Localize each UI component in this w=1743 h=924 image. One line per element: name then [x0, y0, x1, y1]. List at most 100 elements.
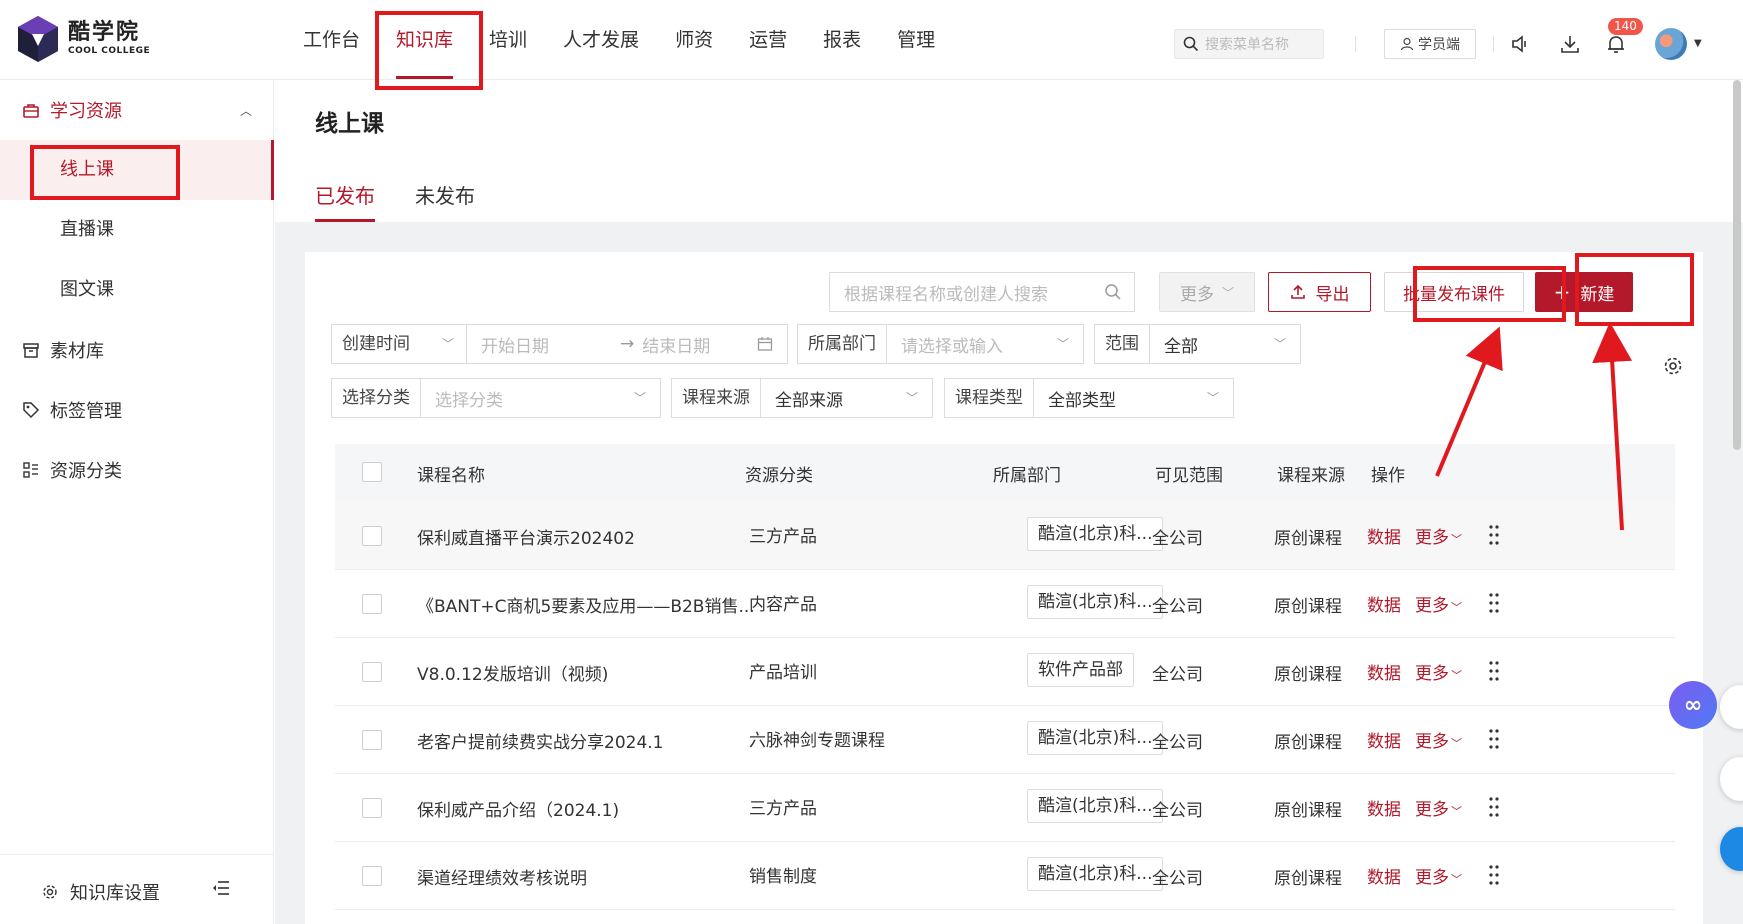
logo-title: 酷学院 [68, 20, 141, 45]
course-name[interactable]: 保利威直播平台演示202402 [417, 524, 635, 549]
department-filter[interactable]: 所属部门 请选择或输入 ﹀ [797, 324, 1084, 364]
column-header-department[interactable]: 所属部门 [993, 461, 1061, 486]
nav-workbench[interactable]: 工作台 [285, 0, 378, 80]
row-checkbox[interactable] [362, 866, 382, 886]
drag-handle-icon[interactable] [1489, 796, 1499, 818]
type-filter-label: 课程类型 [945, 379, 1034, 417]
column-header-source[interactable]: 课程来源 [1277, 461, 1345, 486]
course-name[interactable]: V8.0.12发版培训（视频) [417, 660, 608, 685]
table-row[interactable]: 保利威直播平台演示202402 三方产品 酷渲(北京)科... 全公司 原创课程… [335, 502, 1675, 570]
row-checkbox[interactable] [362, 594, 382, 614]
knowledge-base-settings-button[interactable]: 知识库设置 [42, 879, 160, 905]
row-checkbox[interactable] [362, 526, 382, 546]
row-actions: 数据 更多 ﹀ [1367, 502, 1499, 569]
bell-icon[interactable] [1605, 33, 1627, 55]
sidebar-group-learning-resources[interactable]: 学习资源 ︿ [0, 80, 274, 140]
nav-talent[interactable]: 人才发展 [545, 0, 657, 80]
course-name[interactable]: 保利威产品介绍（2024.1) [417, 796, 619, 821]
select-all-checkbox[interactable] [362, 462, 382, 482]
more-actions-label: 更多 [1415, 596, 1449, 616]
drag-handle-icon[interactable] [1489, 524, 1499, 546]
course-source: 原创课程 [1274, 665, 1342, 685]
table-row[interactable]: 保利威产品介绍（2024.1) 三方产品 酷渲(北京)科... 全公司 原创课程… [335, 774, 1675, 842]
more-actions-link[interactable]: 更多 ﹀ [1415, 591, 1462, 616]
date-type-select[interactable]: 创建时间 ﹀ [332, 325, 467, 363]
data-link[interactable]: 数据 [1367, 591, 1401, 616]
course-name[interactable]: 《BANT+C商机5要素及应用——B2B销售... [417, 592, 755, 617]
drag-handle-icon[interactable] [1489, 728, 1499, 750]
nav-admin[interactable]: 管理 [879, 0, 953, 80]
tab-unpublished[interactable]: 未发布 [415, 180, 475, 222]
more-actions-label: 更多 [1415, 800, 1449, 820]
start-date-input[interactable]: 开始日期 [467, 332, 612, 357]
chevron-up-icon[interactable]: ︿ [240, 102, 252, 119]
sidebar-item-resource-category[interactable]: 资源分类 [0, 440, 274, 500]
scope-filter[interactable]: 范围 全部 ﹀ [1094, 324, 1301, 364]
column-header-name[interactable]: 课程名称 [417, 461, 485, 486]
tab-published[interactable]: 已发布 [315, 180, 375, 222]
drag-handle-icon[interactable] [1489, 864, 1499, 886]
more-actions-label: 更多 [1415, 732, 1449, 752]
more-dropdown-button[interactable]: 更多 ﹀ [1159, 272, 1255, 312]
download-icon[interactable] [1559, 33, 1581, 55]
column-header-scope[interactable]: 可见范围 [1155, 461, 1223, 486]
chevron-down-icon: ﹀ [1056, 337, 1069, 351]
gear-icon[interactable] [1663, 356, 1683, 376]
row-checkbox[interactable] [362, 662, 382, 682]
department-tag: 酷渲(北京)科... [1027, 517, 1164, 551]
app-logo[interactable]: 酷学院 COOL COLLEGE [18, 16, 150, 62]
more-actions-link[interactable]: 更多 ﹀ [1415, 523, 1462, 548]
drag-handle-icon[interactable] [1489, 660, 1499, 682]
header-divider [1493, 36, 1494, 52]
row-checkbox[interactable] [362, 798, 382, 818]
sidebar-item-material-library[interactable]: 素材库 [0, 320, 274, 380]
search-icon[interactable] [1104, 283, 1122, 301]
source-filter[interactable]: 课程来源 全部来源 ﹀ [671, 378, 933, 418]
chevron-down-icon: ﹀ [1221, 285, 1234, 300]
table-row[interactable]: 老客户提前续费实战分享2024.1 六脉神剑专题课程 酷渲(北京)科... 全公… [335, 706, 1675, 774]
course-name[interactable]: 渠道经理绩效考核说明 [417, 864, 587, 889]
table-row[interactable]: 《BANT+C商机5要素及应用——B2B销售... 内容产品 酷渲(北京)科..… [335, 570, 1675, 638]
speaker-icon[interactable] [1510, 33, 1532, 55]
more-actions-link[interactable]: 更多 ﹀ [1415, 863, 1462, 888]
page-title: 线上课 [315, 111, 384, 137]
sidebar-item-tag-management[interactable]: 标签管理 [0, 380, 274, 440]
sidebar-item-article-course[interactable]: 图文课 [0, 260, 274, 320]
nav-operations[interactable]: 运营 [731, 0, 805, 80]
student-portal-button[interactable]: 学员端 [1384, 29, 1476, 59]
chevron-down-icon: ﹀ [1451, 873, 1462, 886]
category-filter-placeholder: 选择分类 [435, 390, 503, 411]
row-checkbox[interactable] [362, 730, 382, 750]
calendar-icon[interactable] [757, 336, 773, 352]
more-actions-link[interactable]: 更多 ﹀ [1415, 727, 1462, 752]
ai-assistant-button[interactable]: ∞ [1669, 681, 1717, 729]
nav-reports[interactable]: 报表 [805, 0, 879, 80]
data-link[interactable]: 数据 [1367, 795, 1401, 820]
page-scrollbar[interactable] [1733, 80, 1741, 450]
avatar[interactable] [1655, 28, 1687, 60]
department-tag: 软件产品部 [1027, 653, 1134, 687]
type-filter[interactable]: 课程类型 全部类型 ﹀ [944, 378, 1234, 418]
table-row[interactable]: V8.0.12发版培训（视频) 产品培训 软件产品部 全公司 原创课程 数据 更… [335, 638, 1675, 706]
data-link[interactable]: 数据 [1367, 659, 1401, 684]
more-actions-link[interactable]: 更多 ﹀ [1415, 659, 1462, 684]
caret-down-icon[interactable]: ▼ [1694, 38, 1702, 49]
table-row[interactable]: 渠道经理绩效考核说明 销售制度 酷渲(北京)科... 全公司 原创课程 数据 更… [335, 842, 1675, 910]
sidebar-item-live-course[interactable]: 直播课 [0, 200, 274, 260]
collapse-sidebar-icon[interactable] [212, 880, 230, 896]
column-header-category[interactable]: 资源分类 [745, 461, 813, 486]
course-name[interactable]: 老客户提前续费实战分享2024.1 [417, 728, 663, 753]
course-search-input[interactable]: 根据课程名称或创建人搜索 [829, 272, 1135, 312]
data-link[interactable]: 数据 [1367, 523, 1401, 548]
category-filter[interactable]: 选择分类 选择分类 ﹀ [331, 378, 661, 418]
menu-search-input[interactable]: 搜索菜单名称 [1174, 29, 1324, 59]
upload-icon [1290, 284, 1305, 299]
arrow-right-icon: → [620, 334, 635, 354]
end-date-input[interactable]: 结束日期 [642, 332, 710, 357]
more-actions-link[interactable]: 更多 ﹀ [1415, 795, 1462, 820]
nav-teachers[interactable]: 师资 [657, 0, 731, 80]
data-link[interactable]: 数据 [1367, 727, 1401, 752]
data-link[interactable]: 数据 [1367, 863, 1401, 888]
export-button[interactable]: 导出 [1268, 272, 1371, 312]
drag-handle-icon[interactable] [1489, 592, 1499, 614]
